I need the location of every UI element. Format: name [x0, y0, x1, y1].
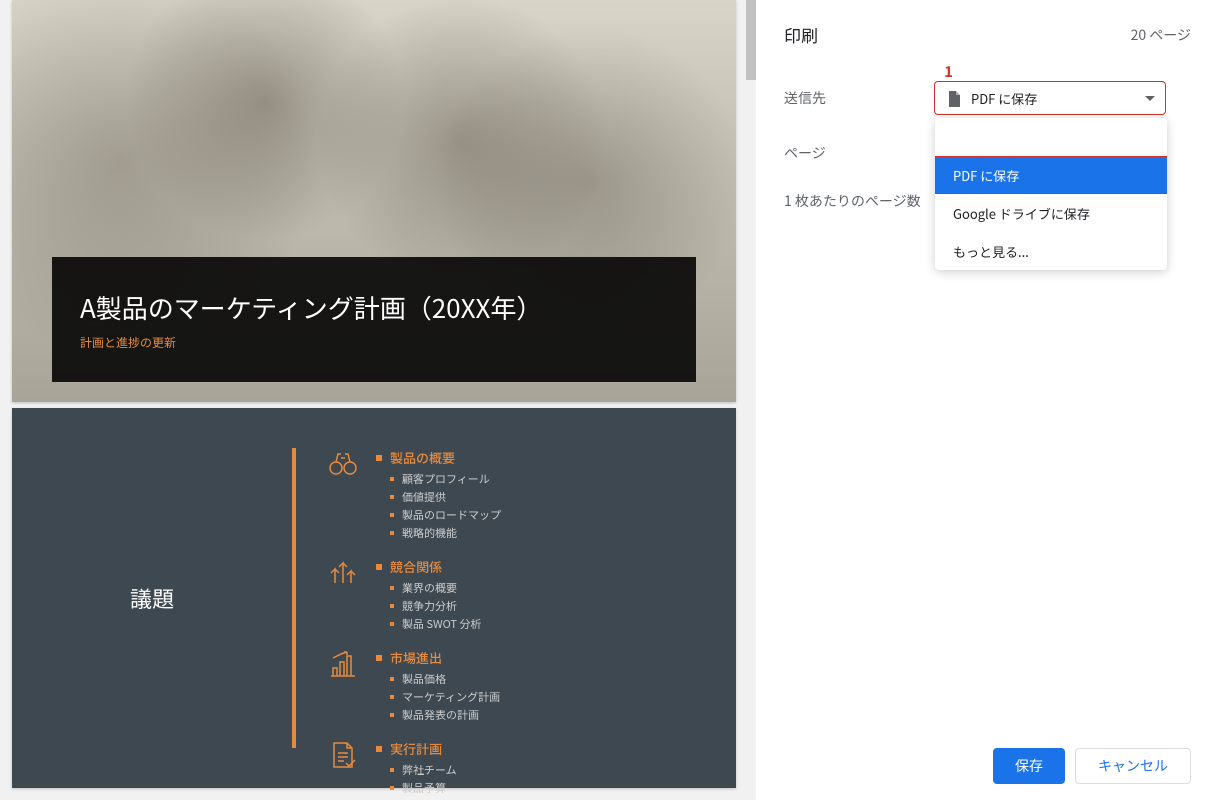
agenda-sub: 戦略的機能 [402, 525, 457, 541]
slide1-title-overlay: A製品のマーケティング計画（20XX年） 計画と進捗の更新 [52, 257, 696, 382]
page-count: 20 ページ [1131, 25, 1191, 45]
destination-label: 送信先 [784, 88, 934, 108]
slide1-subtitle: 計画と進捗の更新 [80, 334, 668, 351]
agenda-sub: 価値提供 [402, 489, 446, 505]
agenda-sub: 業界の概要 [402, 580, 457, 596]
preview-scrollbar-thumb[interactable] [746, 0, 756, 80]
print-settings-sidebar: 印刷 20 ページ 送信先 1 2 PDF に保存 PDF に保存 Google… [756, 0, 1215, 800]
agenda-sub: 顧客プロフィール [402, 471, 490, 487]
agenda-head: 実行計画 [390, 739, 442, 758]
print-preview-pane: A製品のマーケティング計画（20XX年） 計画と進捗の更新 議題 製品の概要 顧… [0, 0, 756, 800]
cancel-button[interactable]: キャンセル [1075, 748, 1191, 784]
agenda-sub: 競争力分析 [402, 598, 457, 614]
pdf-file-icon [945, 89, 963, 107]
agenda-section: 競合関係 業界の概要 競争力分析 製品 SWOT 分析 [324, 557, 716, 634]
print-title: 印刷 [784, 22, 818, 47]
agenda-sub: 弊社チーム [402, 762, 457, 778]
destination-dropdown[interactable]: PDF に保存 PDF に保存 Google ドライブに保存 もっと見る... [934, 81, 1166, 115]
slide2-right-column: 製品の概要 顧客プロフィール 価値提供 製品のロードマップ 戦略的機能 競合関係… [304, 408, 736, 788]
binoculars-icon [324, 448, 362, 486]
preview-scrollbar[interactable] [746, 0, 756, 800]
agenda-sub: 製品 SWOT 分析 [402, 616, 481, 632]
annotation-1: 1 [944, 61, 953, 82]
dialog-footer: 保存 キャンセル [993, 748, 1191, 784]
preview-slide-1: A製品のマーケティング計画（20XX年） 計画と進捗の更新 [12, 0, 736, 402]
slide1-title: A製品のマーケティング計画（20XX年） [80, 289, 668, 326]
preview-slide-2: 議題 製品の概要 顧客プロフィール 価値提供 製品のロードマップ 戦略的機能 [12, 408, 736, 788]
document-check-icon [324, 739, 362, 777]
agenda-sub: 製品価格 [402, 671, 446, 687]
slide2-agenda-title: 議題 [130, 582, 174, 614]
agenda-head: 市場進出 [390, 648, 442, 667]
arrows-up-icon [324, 557, 362, 595]
agenda-sub: 製品発表の計画 [402, 707, 479, 723]
destination-option-printer[interactable] [935, 118, 1167, 156]
agenda-sub: 製品のロードマップ [402, 507, 501, 523]
pages-per-sheet-label: 1 枚あたりのページ数 [784, 191, 934, 212]
agenda-sub: マーケティング計画 [402, 689, 500, 705]
slide2-divider [292, 448, 296, 748]
slide2-left-column: 議題 [12, 408, 292, 788]
save-button[interactable]: 保存 [993, 748, 1065, 784]
agenda-sub: 製品予算 [402, 780, 446, 796]
destination-option-pdf[interactable]: PDF に保存 [935, 156, 1167, 194]
pages-label: ページ [784, 143, 934, 163]
destination-selected-text: PDF に保存 [971, 89, 1145, 108]
chevron-down-icon [1145, 96, 1155, 101]
agenda-head: 製品の概要 [390, 448, 455, 467]
destination-row: 送信先 1 2 PDF に保存 PDF に保存 Google ドライブに保存 も… [784, 81, 1191, 115]
destination-option-more[interactable]: もっと見る... [935, 232, 1167, 270]
agenda-head: 競合関係 [390, 557, 442, 576]
agenda-section: 実行計画 弊社チーム 製品予算 進捗状況の更新 次へ [324, 739, 716, 800]
sidebar-header: 印刷 20 ページ [784, 22, 1191, 47]
agenda-section: 製品の概要 顧客プロフィール 価値提供 製品のロードマップ 戦略的機能 [324, 448, 716, 543]
destination-dropdown-menu: PDF に保存 Google ドライブに保存 もっと見る... [935, 118, 1167, 270]
agenda-section: 市場進出 製品価格 マーケティング計画 製品発表の計画 [324, 648, 716, 725]
destination-option-drive[interactable]: Google ドライブに保存 [935, 194, 1167, 232]
bar-chart-icon [324, 648, 362, 686]
